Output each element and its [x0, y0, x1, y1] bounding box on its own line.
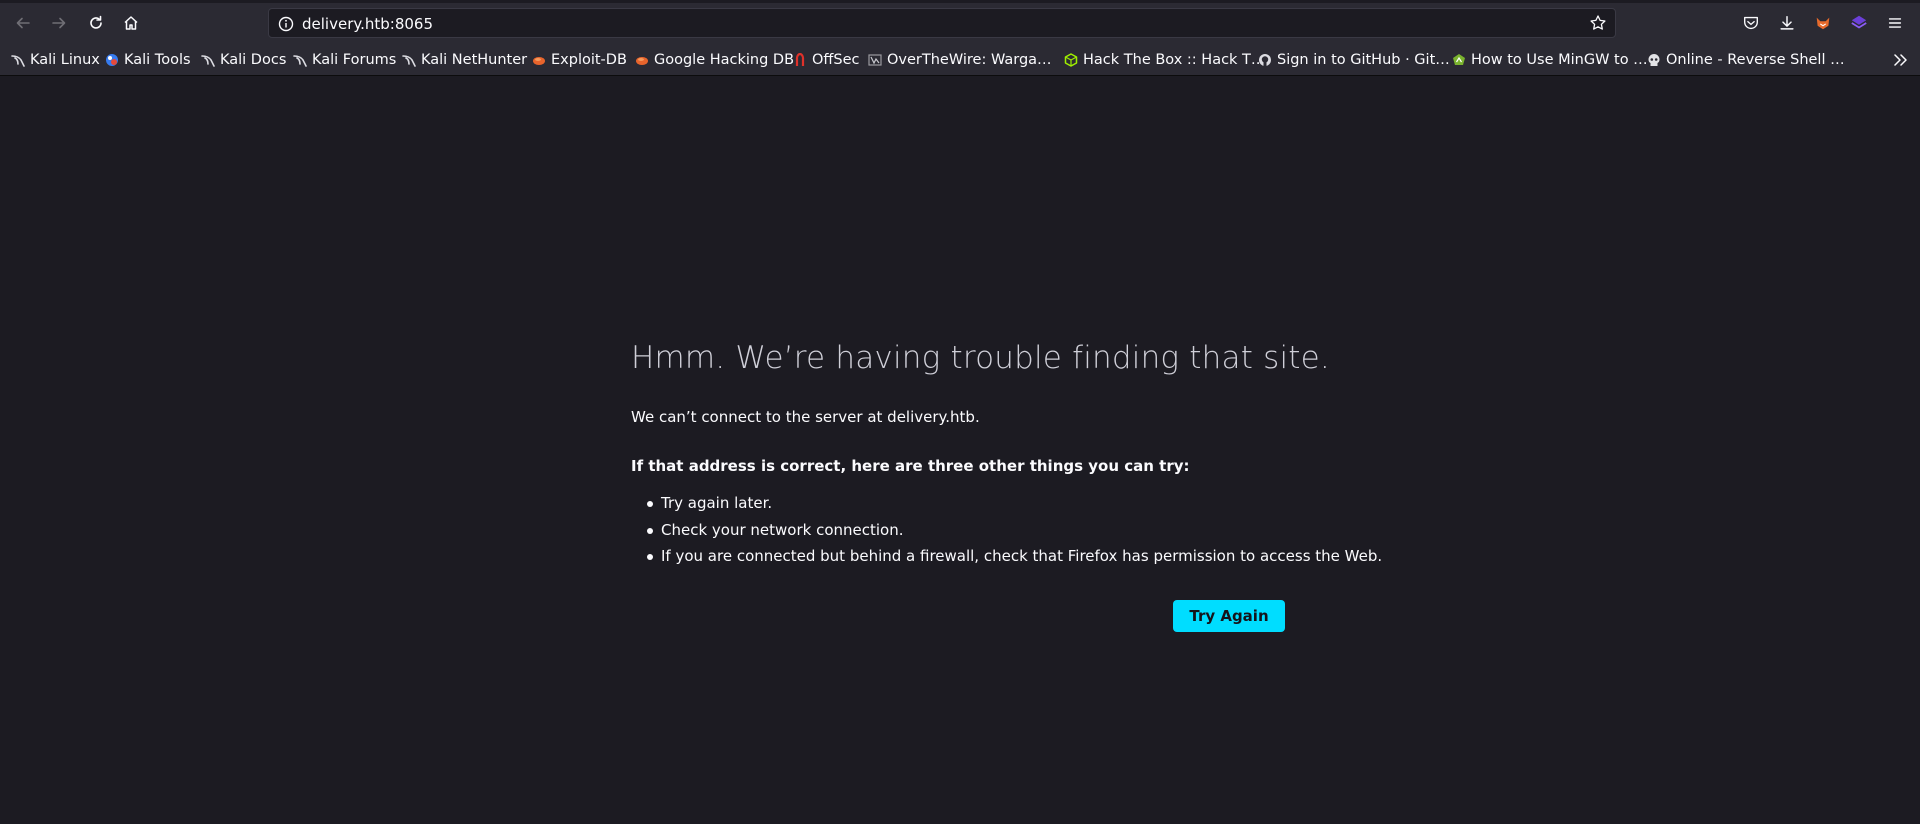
bookmark-label: Hack The Box :: Hack T…: [1083, 52, 1266, 68]
mingw-icon: [1453, 54, 1465, 65]
back-button[interactable]: [11, 11, 35, 35]
offsec-icon: [795, 53, 805, 66]
kali-dragon-icon: [201, 55, 215, 67]
bookmark-item[interactable]: Kali Forums: [293, 50, 396, 70]
arrow-left-icon: [16, 17, 30, 29]
wappalyzer-icon: [1851, 15, 1867, 29]
github-icon: [1259, 54, 1271, 66]
kali-tools-icon: [106, 54, 118, 66]
bookmark-item[interactable]: Sign in to GitHub · Git…: [1258, 50, 1450, 70]
home-icon: [124, 16, 138, 30]
kali-dragon-icon: [402, 55, 416, 67]
wappalyzer-extension-button[interactable]: [1849, 13, 1869, 33]
bookmark-item[interactable]: Online - Reverse Shell …: [1647, 50, 1845, 70]
bookmark-label: Kali Docs: [220, 52, 287, 68]
error-description: We can’t connect to the server at delive…: [631, 408, 980, 426]
bookmark-label: Kali Linux: [30, 52, 100, 68]
hackthebox-icon: [1064, 53, 1078, 67]
bookmark-label: OffSec: [812, 52, 860, 68]
suggestion-text: Try again later.: [661, 494, 773, 512]
bookmark-item[interactable]: Google Hacking DB: [635, 50, 794, 70]
foxyproxy-extension-button[interactable]: [1813, 13, 1833, 33]
suggestion-text: If you are connected but behind a firewa…: [661, 547, 1383, 565]
error-title: Hmm. We’re having trouble finding that s…: [631, 340, 1330, 376]
exploitdb-icon: [636, 57, 648, 65]
bullet-icon: [647, 527, 653, 534]
download-icon: [1780, 15, 1794, 30]
bookmark-item[interactable]: Kali Linux: [11, 50, 100, 70]
bookmark-item[interactable]: OverTheWire: Warga…: [868, 50, 1052, 70]
suggestions-list: Try again later. Check your network conn…: [631, 490, 1382, 570]
bookmark-label: Google Hacking DB: [654, 52, 795, 68]
bookmark-label: Kali Tools: [124, 52, 191, 68]
url-text[interactable]: delivery.htb:8065: [302, 15, 433, 33]
chevron-double-right-icon[interactable]: [1892, 51, 1910, 69]
suggestion-item: If you are connected but behind a firewa…: [631, 543, 1382, 570]
bullet-icon: [647, 501, 653, 507]
bookmark-item[interactable]: Kali Docs: [201, 50, 286, 70]
kali-dragon-icon: [11, 55, 25, 67]
tabstrip-edge: [0, 0, 1920, 3]
downloads-button[interactable]: [1777, 13, 1797, 33]
suggestion-text: Check your network connection.: [661, 520, 904, 539]
bookmark-label: How to Use MinGW to …: [1471, 52, 1648, 68]
bookmark-star-icon[interactable]: [1589, 14, 1607, 32]
suggestions-heading: If that address is correct, here are thr…: [631, 457, 1190, 475]
try-again-button[interactable]: Try Again: [1173, 600, 1285, 632]
suggestion-item: Check your network connection.: [631, 517, 1382, 544]
bookmark-item[interactable]: Exploit-DB: [532, 50, 627, 70]
hamburger-menu-icon: [1888, 18, 1902, 28]
bookmark-label: OverTheWire: Warga…: [887, 52, 1052, 68]
fox-extension-icon: [1816, 17, 1830, 30]
bookmark-item[interactable]: Kali Tools: [105, 50, 191, 70]
bookmark-item[interactable]: Kali NetHunter: [402, 50, 527, 70]
bookmark-label: Exploit-DB: [551, 52, 627, 68]
url-bar[interactable]: delivery.htb:8065: [268, 8, 1616, 38]
bookmark-item[interactable]: Hack The Box :: Hack T…: [1064, 50, 1265, 70]
arrow-right-icon: [52, 17, 66, 29]
exploitdb-icon: [533, 57, 545, 65]
bookmark-label: Kali NetHunter: [421, 52, 528, 68]
browser-toolbar: delivery.htb:8065: [0, 0, 1920, 46]
skull-icon: [1648, 54, 1660, 66]
bookmark-label: Online - Reverse Shell …: [1666, 52, 1845, 68]
forward-button[interactable]: [47, 11, 71, 35]
app-menu-button[interactable]: [1885, 13, 1905, 33]
reload-button[interactable]: [84, 11, 108, 35]
suggestion-item: Try again later.: [631, 490, 1382, 517]
overthewire-icon: [868, 54, 882, 66]
reload-icon: [90, 15, 102, 29]
info-icon[interactable]: [277, 15, 295, 33]
pocket-button[interactable]: [1741, 13, 1761, 33]
bookmark-item[interactable]: OffSec: [793, 50, 860, 70]
bookmark-label: Sign in to GitHub · Git…: [1277, 52, 1450, 68]
home-button[interactable]: [119, 11, 143, 35]
kali-dragon-icon: [293, 55, 307, 67]
pocket-icon: [1744, 16, 1758, 30]
bookmark-item[interactable]: How to Use MinGW to …: [1452, 50, 1648, 70]
bullet-icon: [647, 554, 653, 560]
bookmark-label: Kali Forums: [312, 52, 397, 68]
bookmarks-toolbar: Kali Linux Kali Tools Kali Docs Kali For…: [0, 46, 1920, 76]
